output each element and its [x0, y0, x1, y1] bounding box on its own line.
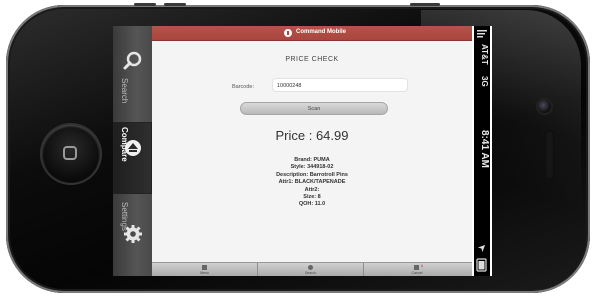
volume-button-2 — [164, 3, 186, 6]
barcode-label: Barcode: — [232, 84, 255, 90]
detail-description: Description: Barrotroll Pins — [276, 171, 348, 178]
clock-label: 8:41 AM — [479, 130, 490, 168]
app-content: Command Mobile PRICE CHECK Barcode: 1000… — [152, 26, 472, 276]
location-icon — [477, 244, 486, 253]
home-square-icon — [63, 146, 77, 160]
network-label: 3G — [480, 76, 489, 87]
detail-attr2: Attr2: — [304, 186, 320, 193]
page-title: PRICE CHECK — [285, 56, 339, 63]
phone-screen: Search Compare Settings Command Mobile P… — [113, 26, 492, 276]
volume-button — [134, 3, 156, 6]
detail-size: Size: 8 — [303, 194, 321, 201]
detail-brand: Brand: PUMA — [294, 157, 330, 163]
tab-search-label: Search — [120, 78, 129, 104]
tab-search[interactable]: Search — [113, 26, 152, 103]
menu-icon — [202, 265, 207, 270]
battery-icon — [476, 258, 487, 272]
toolbar-search-icon — [308, 265, 313, 270]
app-logo-icon — [284, 29, 292, 37]
tab-settings-label: Settings — [120, 202, 129, 231]
tab-compare[interactable]: Compare — [113, 122, 152, 194]
toolbar-search-button[interactable]: Search — [258, 263, 364, 276]
detail-style: Style: 344918-02 — [290, 164, 334, 171]
toolbar-search-label: Search — [304, 271, 317, 275]
tab-bar: Search Compare Settings — [113, 26, 152, 276]
app-title: Command Mobile — [296, 29, 347, 35]
cancel-icon — [414, 265, 419, 270]
toolbar-cancel-button[interactable]: 1 Cancel — [364, 263, 470, 276]
toolbar-cancel-label: Cancel — [411, 271, 423, 275]
tab-compare-label: Compare — [120, 127, 129, 162]
toolbar-menu-label: Menu — [200, 271, 209, 275]
app-header: Command Mobile — [152, 26, 472, 41]
detail-qoh: QOH: 11.0 — [298, 201, 326, 208]
carrier-label: AT&T — [480, 44, 489, 65]
earpiece-speaker — [545, 130, 554, 180]
sleep-button — [410, 3, 440, 6]
tab-settings[interactable]: Settings — [113, 202, 152, 276]
front-camera — [538, 100, 551, 113]
bottom-toolbar: Menu Search 1 Cancel — [152, 262, 472, 276]
price-text: Price : 64.99 — [275, 128, 349, 143]
product-details: Brand: PUMA Style: 344918-02 Description… — [152, 157, 472, 209]
search-icon — [123, 51, 142, 70]
scan-button[interactable]: Scan — [240, 102, 388, 115]
barcode-input[interactable]: 10000248 — [272, 78, 408, 92]
detail-attr1: Attr1: BLACK/TAPENADE — [278, 179, 346, 186]
signal-icon — [477, 30, 487, 38]
status-bar: AT&T 3G 8:41 AM — [474, 26, 490, 276]
toolbar-menu-button[interactable]: Menu — [152, 263, 258, 276]
toolbar-cancel-badge: 1 — [421, 264, 423, 268]
home-button[interactable] — [42, 125, 100, 183]
